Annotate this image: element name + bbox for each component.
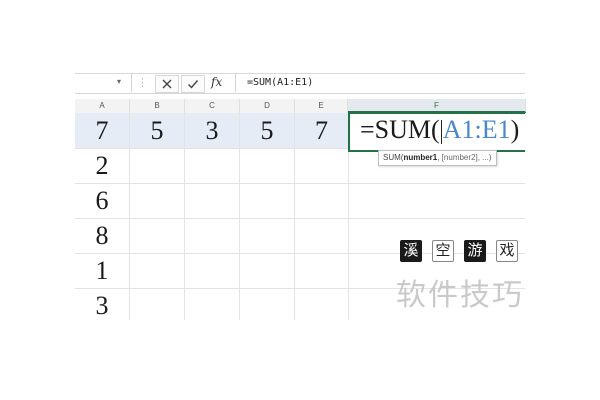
active-cell-f1[interactable]: =SUM(A1:E1) [348,113,525,152]
watermark-chip: 溪 [400,240,422,262]
formula-input[interactable]: =SUM(A1:E1) [247,77,313,88]
tooltip-arg1[interactable]: number1 [403,153,437,162]
tooltip-args-rest: , [number2], ...) [437,153,492,162]
watermark-chip: 戏 [496,240,518,262]
name-box[interactable]: ▾ [75,74,132,92]
column-header-b[interactable]: B [130,99,185,113]
checkmark-icon [188,80,199,89]
column-header-d[interactable]: D [240,99,295,113]
formula-prefix: =SUM( [360,115,440,144]
formula-bar-grip: ⋮ [137,77,148,89]
cell-a3[interactable]: 6 [75,183,129,219]
formula-suffix: ) [510,115,520,144]
insert-function-button[interactable]: fx [211,75,222,89]
cell-d1[interactable]: 5 [240,113,294,149]
enter-button[interactable] [181,75,205,93]
cell-b1[interactable]: 5 [130,113,184,149]
cell-a6[interactable]: 3 [75,288,129,320]
column-header-a[interactable]: A [75,99,130,113]
formula-bar: ▾ ⋮ fx =SUM(A1:E1) [75,73,525,94]
column-header-e[interactable]: E [295,99,348,113]
column-header-c[interactable]: C [185,99,240,113]
close-icon [162,79,172,89]
gridline [75,253,525,254]
gridline [75,218,525,219]
watermark-text: 软件技巧 [396,278,524,313]
range-reference: A1:E1 [442,115,511,144]
chevron-down-icon[interactable]: ▾ [117,77,121,86]
cell-a5[interactable]: 1 [75,253,129,289]
gridline [75,183,525,184]
watermark-chip: 游 [464,240,486,262]
tooltip-function: SUM( [383,153,404,162]
function-tooltip[interactable]: SUM(number1, [number2], ...) [378,150,497,166]
cell-a1[interactable]: 7 [75,113,129,149]
cell-e1[interactable]: 7 [295,113,348,149]
cell-a2[interactable]: 2 [75,148,129,184]
cell-a4[interactable]: 8 [75,218,129,254]
divider [235,74,236,92]
cell-formula-editor[interactable]: =SUM(A1:E1) [360,115,519,145]
text-caret [440,120,442,145]
cell-c1[interactable]: 3 [185,113,239,149]
cancel-button[interactable] [155,75,179,93]
column-header-f[interactable]: F [348,99,526,113]
watermark-chip: 空 [432,240,454,262]
